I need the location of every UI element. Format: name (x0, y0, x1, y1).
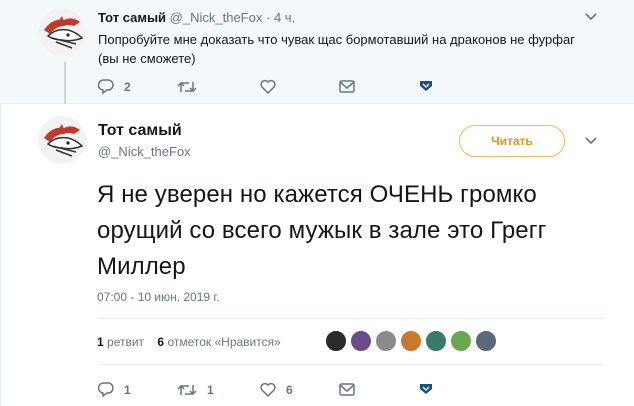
follow-button[interactable]: Читать (459, 125, 565, 157)
retweet-button[interactable]: 1 (177, 383, 214, 397)
heart-icon (260, 382, 276, 397)
reply-icon (98, 382, 114, 397)
thread-line (64, 62, 66, 104)
reply-count: 1 (124, 382, 131, 397)
retweet-button[interactable] (177, 80, 197, 94)
bookmark-icon (420, 81, 432, 91)
tweet-text: Я не уверен но кажется ОЧЕНЬ громко орущ… (97, 181, 547, 280)
likes-stat[interactable]: 6 отметок «Нравится» (157, 335, 280, 349)
parent-tweet[interactable]: Тот самый @_Nick_theFox · 4 ч. Попробуйт… (0, 0, 634, 104)
tweet-menu-button[interactable] (585, 10, 597, 24)
liker-avatar[interactable] (450, 330, 472, 352)
likes-label: отметок «Нравится» (167, 335, 281, 349)
fox-avatar-icon (38, 116, 86, 164)
heart-icon (260, 79, 276, 94)
tweet-stats: 1 ретвит 6 отметок «Нравится» (97, 335, 281, 349)
timestamp[interactable]: 4 ч. (274, 10, 295, 25)
envelope-icon (339, 383, 355, 396)
bookmark-button[interactable] (419, 383, 433, 395)
retweets-label: ретвит (107, 335, 145, 349)
like-count: 6 (286, 382, 293, 397)
retweet-count: 1 (207, 383, 214, 397)
chevron-down-icon (585, 13, 597, 21)
avatar[interactable] (38, 116, 86, 164)
retweets-stat[interactable]: 1 ретвит (97, 335, 144, 349)
display-name[interactable]: Тот самый (98, 122, 182, 140)
username[interactable]: @_Nick_theFox (170, 10, 263, 25)
reply-icon (98, 79, 114, 94)
panel-border (0, 104, 1, 406)
display-name[interactable]: Тот самый (98, 10, 166, 25)
divider (97, 318, 603, 319)
like-button[interactable] (260, 79, 276, 94)
liker-avatars[interactable] (325, 330, 500, 352)
reply-button[interactable]: 2 (98, 79, 131, 94)
tweet-menu-button[interactable] (585, 134, 597, 148)
liker-avatar[interactable] (350, 330, 372, 352)
divider (97, 364, 603, 365)
retweet-icon (177, 81, 197, 93)
username[interactable]: @_Nick_theFox (98, 144, 191, 159)
retweets-count: 1 (97, 335, 104, 349)
tweet-timestamp[interactable]: 07:00 - 10 июн. 2019 г. (97, 290, 220, 304)
separator: · (265, 10, 271, 25)
liker-avatar[interactable] (475, 330, 497, 352)
like-button[interactable]: 6 (260, 382, 293, 397)
bookmark-icon (420, 384, 432, 394)
retweet-icon (177, 384, 197, 396)
likes-count: 6 (157, 335, 165, 349)
reply-count: 2 (124, 79, 131, 94)
liker-avatar[interactable] (400, 330, 422, 352)
liker-avatar[interactable] (375, 330, 397, 352)
tweet-text: Попробуйте мне доказать что чувак щас бо… (98, 32, 575, 66)
tweet-header: Тот самый @_Nick_theFox · 4 ч. (98, 10, 295, 25)
bookmark-button[interactable] (419, 80, 433, 92)
envelope-icon (339, 80, 355, 93)
reply-button[interactable]: 1 (98, 382, 131, 397)
direct-message-button[interactable] (339, 383, 355, 396)
fox-avatar-icon (38, 8, 86, 56)
avatar[interactable] (38, 8, 86, 56)
chevron-down-icon (585, 137, 597, 145)
liker-avatar[interactable] (425, 330, 447, 352)
liker-avatar[interactable] (325, 330, 347, 352)
direct-message-button[interactable] (339, 80, 355, 93)
